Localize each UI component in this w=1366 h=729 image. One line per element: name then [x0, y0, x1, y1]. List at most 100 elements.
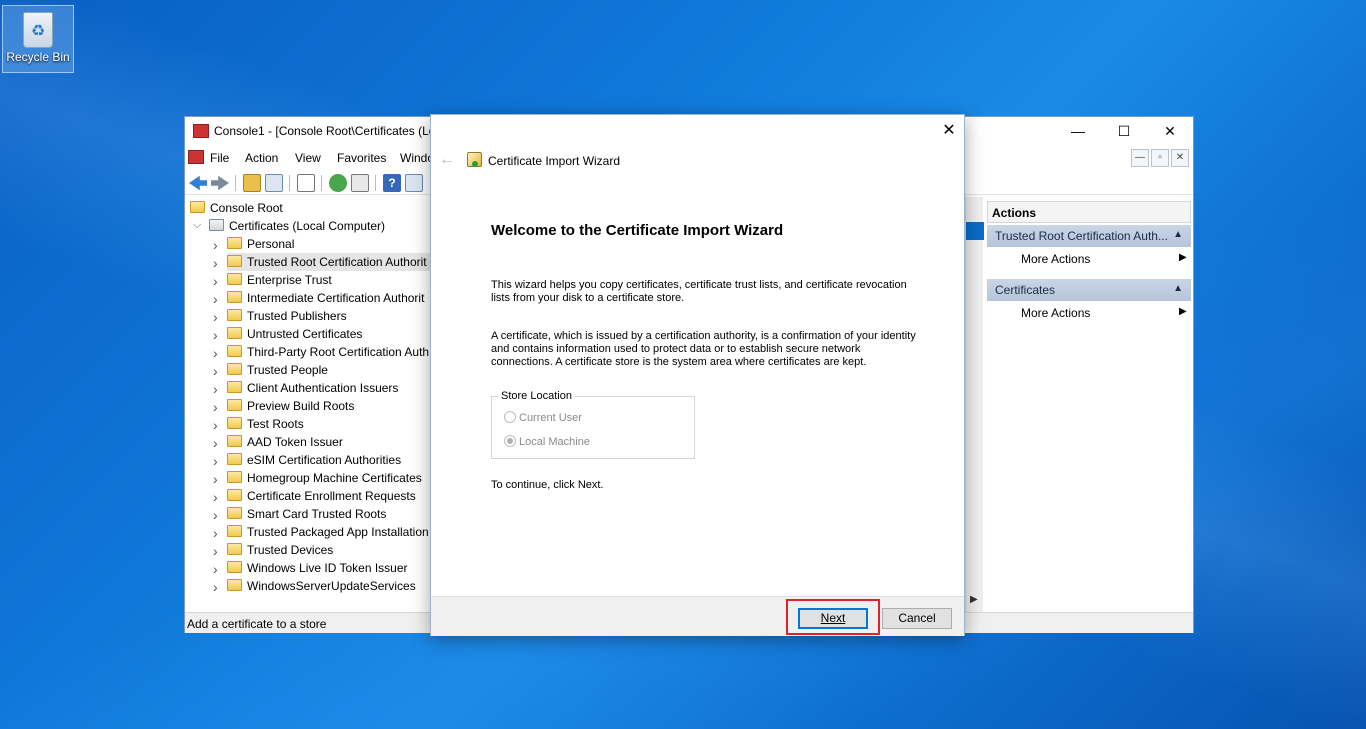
show-hide-tree-icon[interactable]: [265, 174, 283, 192]
actions-group-certificates[interactable]: Certificates ▲: [987, 279, 1191, 301]
tree-node-store[interactable]: Third-Party Root Certification Auth: [227, 343, 431, 361]
menu-action[interactable]: Action: [245, 151, 278, 165]
folder-icon: [227, 543, 242, 555]
chevron-right-icon[interactable]: ›: [213, 399, 218, 415]
folder-icon: [227, 255, 242, 267]
tree-node-store[interactable]: WindowsServerUpdateServices: [227, 577, 431, 595]
maximize-button[interactable]: ☐: [1101, 117, 1147, 145]
folder-icon: [227, 345, 242, 357]
tree-node-store[interactable]: eSIM Certification Authorities: [227, 451, 431, 469]
tree-node-store[interactable]: Test Roots: [227, 415, 431, 433]
back-arrow-icon[interactable]: [189, 175, 207, 191]
chevron-right-icon[interactable]: ›: [213, 489, 218, 505]
next-button[interactable]: Next: [798, 608, 868, 629]
folder-icon: [227, 471, 242, 483]
up-folder-icon[interactable]: [243, 174, 261, 192]
export-list-icon[interactable]: [351, 174, 369, 192]
tree-node-store[interactable]: Trusted Packaged App Installation A: [227, 523, 431, 541]
wizard-footer: Next Cancel: [431, 596, 964, 636]
selection-indicator: [966, 222, 984, 240]
menu-view[interactable]: View: [295, 151, 321, 165]
results-scrollbar[interactable]: ▶: [965, 197, 984, 612]
chevron-right-icon[interactable]: ›: [213, 417, 218, 433]
tree-node-store[interactable]: Smart Card Trusted Roots: [227, 505, 431, 523]
child-restore-button[interactable]: ▫: [1151, 149, 1169, 167]
certificate-wizard-icon: [467, 152, 482, 167]
chevron-right-icon[interactable]: ›: [213, 345, 218, 361]
tree-node-store[interactable]: Personal: [227, 235, 431, 253]
tree-node-store[interactable]: Untrusted Certificates: [227, 325, 431, 343]
chevron-right-icon[interactable]: ›: [213, 507, 218, 523]
wizard-heading: Welcome to the Certificate Import Wizard: [491, 222, 784, 239]
tree-node-store[interactable]: Windows Live ID Token Issuer: [227, 559, 431, 577]
refresh-icon[interactable]: [329, 174, 347, 192]
chevron-right-icon[interactable]: ›: [213, 381, 218, 397]
menu-favorites[interactable]: Favorites: [337, 151, 386, 165]
chevron-right-icon[interactable]: ›: [213, 435, 218, 451]
chevron-right-icon[interactable]: ›: [213, 309, 218, 325]
help-icon[interactable]: ?: [383, 174, 401, 192]
actions-group-label: Certificates: [995, 283, 1056, 297]
next-button-label: Next: [820, 611, 846, 625]
collapse-up-icon[interactable]: ▲: [1173, 283, 1183, 294]
tree-node-label: AAD Token Issuer: [247, 435, 343, 449]
collapse-up-icon[interactable]: ▲: [1173, 229, 1183, 240]
more-actions-item-2[interactable]: More Actions ▶: [1021, 306, 1187, 320]
chevron-right-icon[interactable]: ›: [213, 579, 218, 595]
actions-group-trusted-root[interactable]: Trusted Root Certification Auth... ▲: [987, 225, 1191, 247]
more-actions-item-1[interactable]: More Actions ▶: [1021, 252, 1187, 266]
show-action-pane-icon[interactable]: [405, 174, 423, 192]
copy-icon[interactable]: [297, 174, 315, 192]
tree-node-store[interactable]: Preview Build Roots: [227, 397, 431, 415]
chevron-right-icon[interactable]: ›: [213, 327, 218, 343]
tree-node-label: Smart Card Trusted Roots: [247, 507, 387, 521]
console-tree: Console Root ⌵ Certificates (Local Compu…: [185, 197, 431, 612]
chevron-right-icon[interactable]: ›: [213, 543, 218, 559]
minimize-button[interactable]: —: [1055, 117, 1101, 145]
more-actions-label: More Actions: [1021, 306, 1091, 320]
tree-node-console-root[interactable]: Console Root: [190, 199, 283, 217]
folder-icon: [227, 309, 242, 321]
chevron-right-icon[interactable]: ›: [213, 561, 218, 577]
wizard-close-button[interactable]: ✕: [934, 119, 964, 143]
console-menu-icon[interactable]: [188, 150, 204, 164]
menu-window[interactable]: Windo: [400, 151, 434, 165]
radio-button[interactable]: [504, 411, 516, 423]
menu-file[interactable]: File: [210, 151, 229, 165]
tree-node-store[interactable]: Client Authentication Issuers: [227, 379, 431, 397]
close-button[interactable]: ✕: [1147, 117, 1193, 145]
chevron-right-icon[interactable]: ›: [213, 291, 218, 307]
submenu-arrow-icon: ▶: [1179, 252, 1187, 263]
folder-icon: [227, 327, 242, 339]
scroll-right-arrow[interactable]: ▶: [970, 594, 978, 605]
tree-node-store[interactable]: Trusted Devices: [227, 541, 431, 559]
chevron-right-icon[interactable]: ›: [213, 237, 218, 253]
tree-node-label: Windows Live ID Token Issuer: [247, 561, 408, 575]
forward-arrow-icon[interactable]: [211, 175, 229, 191]
radio-local-machine[interactable]: Local Machine: [504, 435, 590, 448]
chevron-down-icon[interactable]: ⌵: [193, 219, 201, 232]
tree-node-certificates[interactable]: Certificates (Local Computer): [209, 217, 385, 235]
chevron-right-icon[interactable]: ›: [213, 273, 218, 289]
tree-node-store[interactable]: Certificate Enrollment Requests: [227, 487, 431, 505]
tree-node-store[interactable]: Intermediate Certification Authorit: [227, 289, 431, 307]
tree-node-store[interactable]: Homegroup Machine Certificates: [227, 469, 431, 487]
cancel-button[interactable]: Cancel: [882, 608, 952, 629]
radio-current-user[interactable]: Current User: [504, 411, 582, 424]
tree-node-store[interactable]: Trusted Publishers: [227, 307, 431, 325]
actions-group-label: Trusted Root Certification Auth...: [995, 229, 1168, 243]
chevron-right-icon[interactable]: ›: [213, 255, 218, 271]
chevron-right-icon[interactable]: ›: [213, 363, 218, 379]
tree-node-store[interactable]: Enterprise Trust: [227, 271, 431, 289]
child-minimize-button[interactable]: —: [1131, 149, 1149, 167]
tree-node-store[interactable]: AAD Token Issuer: [227, 433, 431, 451]
radio-button[interactable]: [504, 435, 516, 447]
chevron-right-icon[interactable]: ›: [213, 453, 218, 469]
chevron-right-icon[interactable]: ›: [213, 525, 218, 541]
folder-icon: [227, 417, 242, 429]
chevron-right-icon[interactable]: ›: [213, 471, 218, 487]
tree-node-store[interactable]: Trusted People: [227, 361, 431, 379]
recycle-bin-desktop-icon[interactable]: Recycle Bin: [2, 5, 74, 73]
child-close-button[interactable]: ✕: [1171, 149, 1189, 167]
tree-node-store[interactable]: Trusted Root Certification Authorit: [227, 253, 431, 271]
